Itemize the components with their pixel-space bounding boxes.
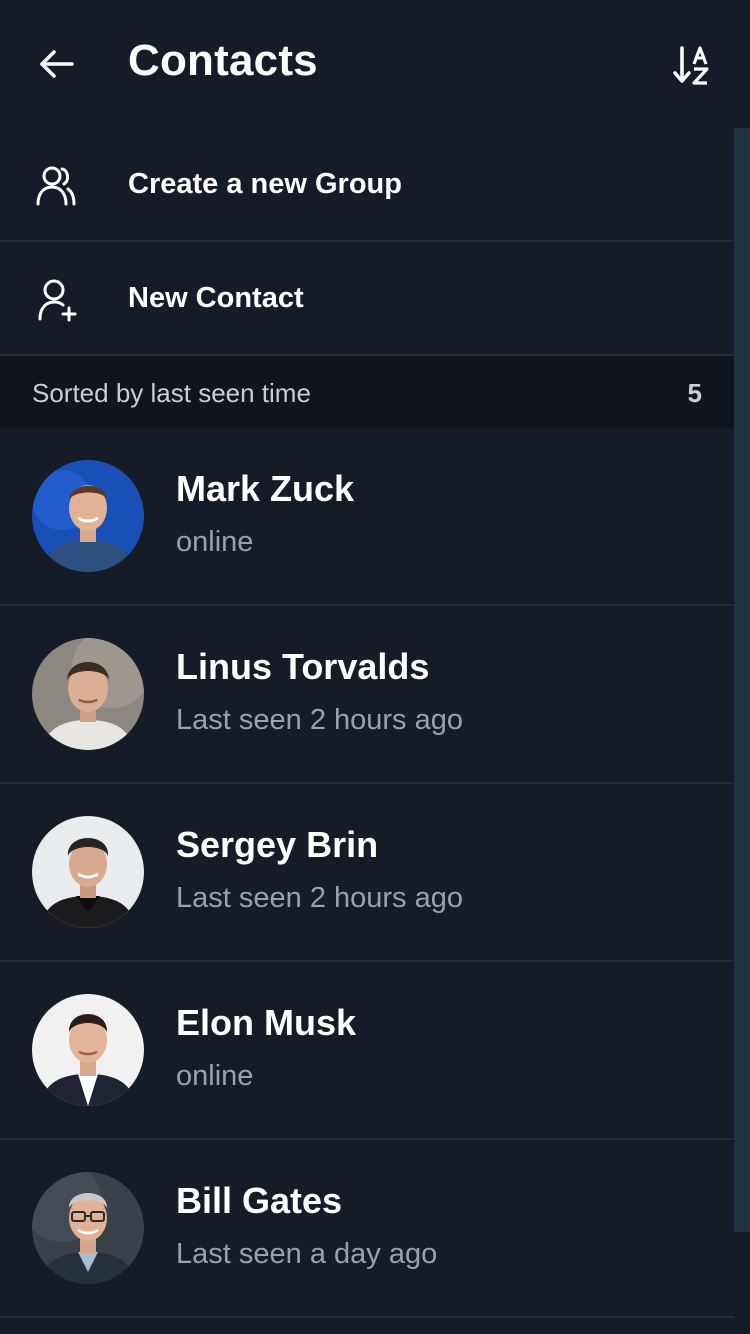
arrow-left-icon (40, 50, 74, 78)
contact-status: Last seen 2 hours ago (176, 882, 463, 914)
contacts-screen: Contacts Create a new Group New Contact … (0, 0, 750, 1334)
page-title: Contacts (128, 36, 318, 85)
avatar (32, 638, 144, 750)
contact-row[interactable]: Mark Zuck online (0, 428, 734, 606)
group-icon (36, 166, 76, 206)
contact-status: Last seen 2 hours ago (176, 704, 463, 736)
contacts-count: 5 (687, 378, 702, 408)
new-contact-label: New Contact (128, 282, 304, 314)
avatar (32, 460, 144, 572)
avatar (32, 816, 144, 928)
contact-name: Elon Musk (176, 1002, 357, 1043)
sort-section-title: Sorted by last seen time (32, 378, 311, 408)
back-button[interactable] (30, 38, 82, 90)
contact-name: Mark Zuck (176, 468, 355, 509)
create-group-label: Create a new Group (128, 168, 402, 200)
sort-button[interactable] (668, 40, 720, 92)
list-bottom (0, 1318, 734, 1334)
sort-section-header: Sorted by last seen time 5 (0, 356, 734, 428)
sort-alpha-icon (673, 46, 709, 85)
contact-status: Last seen a day ago (176, 1238, 438, 1270)
avatar (32, 994, 144, 1106)
create-group-row[interactable]: Create a new Group (0, 128, 734, 242)
contact-status: online (176, 1060, 254, 1092)
contact-row[interactable]: Bill Gates Last seen a day ago (0, 1140, 734, 1318)
avatar (32, 1172, 144, 1284)
contact-status: online (176, 526, 254, 558)
contact-row[interactable]: Linus Torvalds Last seen 2 hours ago (0, 606, 734, 784)
add-person-icon (38, 279, 77, 322)
contact-name: Bill Gates (176, 1180, 343, 1221)
contact-name: Sergey Brin (176, 824, 379, 865)
app-header: Contacts (0, 0, 750, 128)
new-contact-row[interactable]: New Contact (0, 242, 734, 356)
scrollbar[interactable] (734, 128, 750, 1232)
contact-name: Linus Torvalds (176, 646, 430, 687)
contact-row[interactable]: Sergey Brin Last seen 2 hours ago (0, 784, 734, 962)
contact-row[interactable]: Elon Musk online (0, 962, 734, 1140)
